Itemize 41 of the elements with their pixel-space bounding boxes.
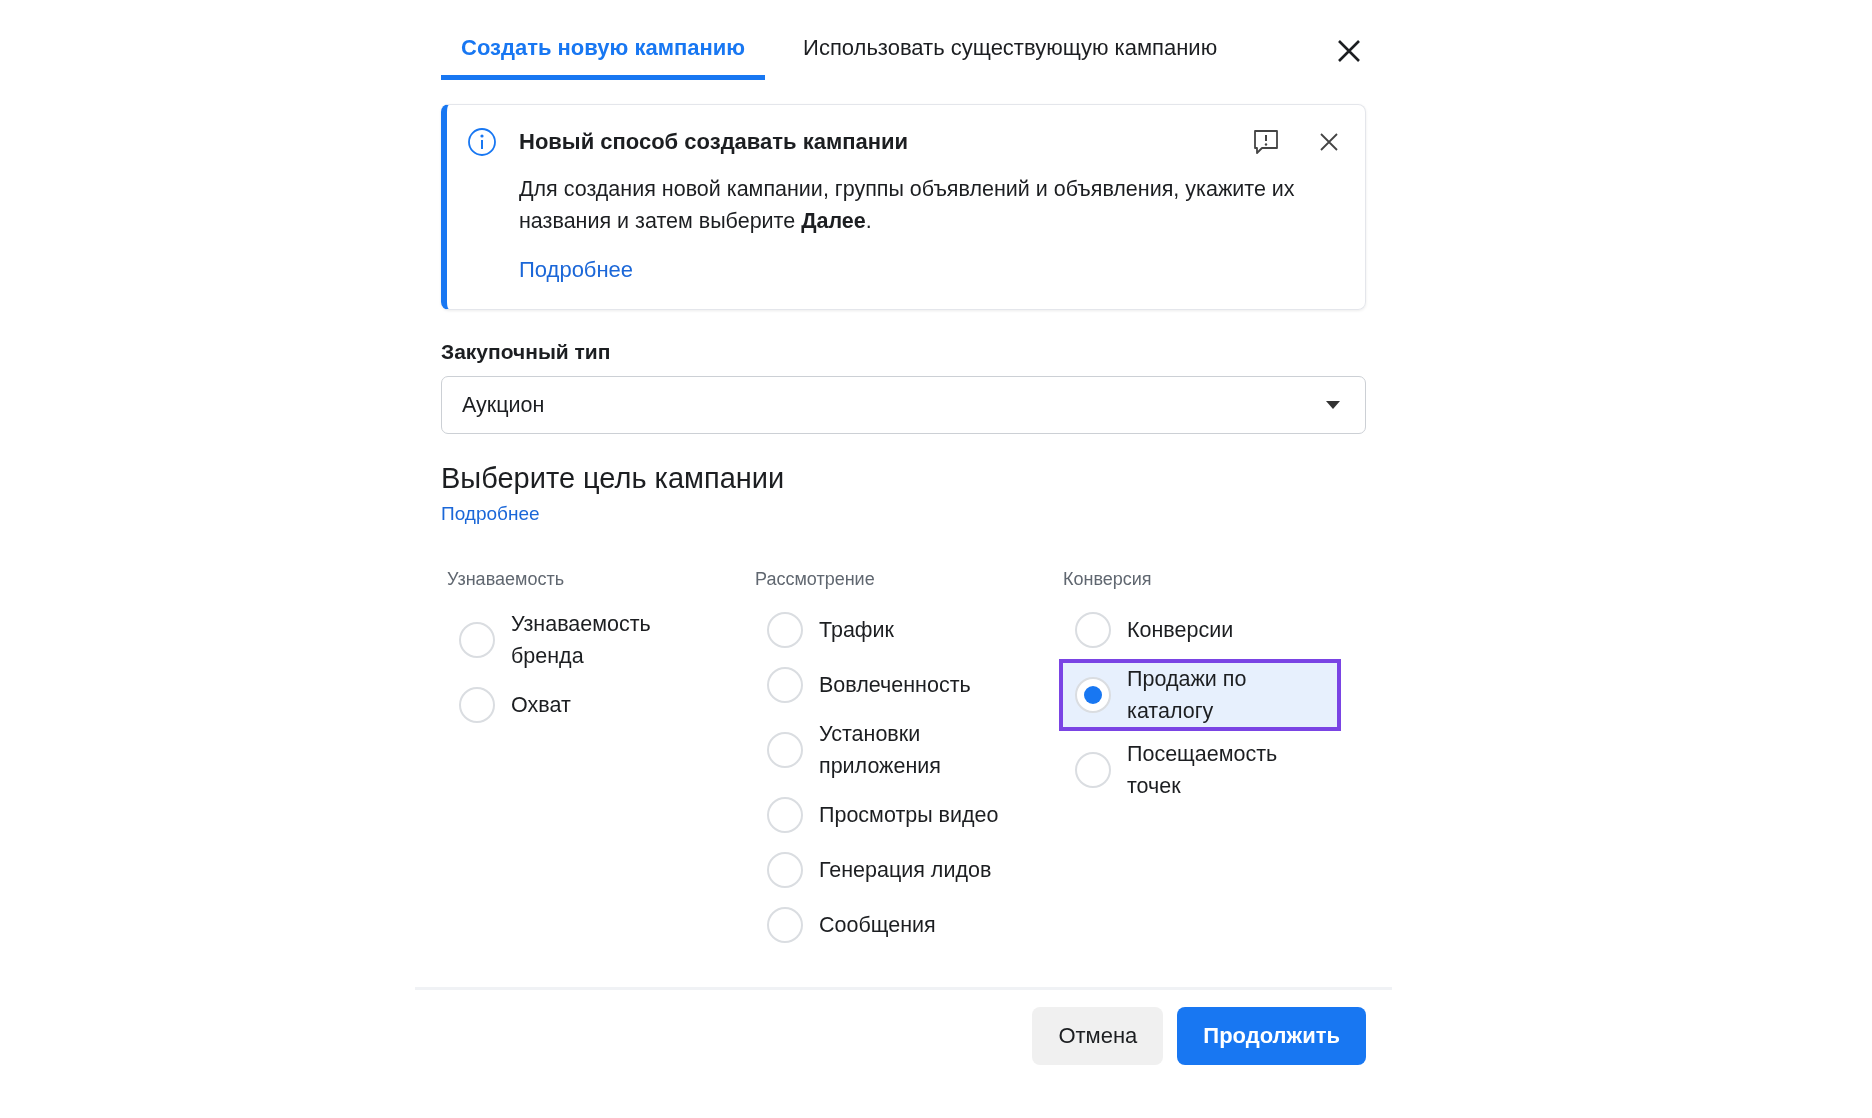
banner-text: Для создания новой кампании, группы объявлений и объявления, укажите их названия и затем выберите Далее.: [519, 176, 1296, 235]
tab[interactable]: Использовать существующую кампанию: [783, 35, 1238, 80]
objective-option[interactable]: Генерация лидов: [751, 844, 1033, 896]
radio-button[interactable]: [1075, 677, 1111, 713]
objective-option[interactable]: Посещаемость точек: [1059, 734, 1341, 806]
group-title: Рассмотрение: [755, 569, 876, 590]
radio-button[interactable]: [767, 667, 803, 703]
radio-button[interactable]: [767, 907, 803, 943]
close-icon[interactable]: [1319, 132, 1339, 152]
feedback-icon[interactable]: [1253, 129, 1279, 155]
objective-option[interactable]: Просмотры видео: [751, 789, 1033, 841]
banner-title: Новый способ создавать кампании: [519, 129, 910, 155]
radio-button[interactable]: [767, 797, 803, 833]
group-title: Узнаваемость: [447, 569, 566, 590]
radio-button[interactable]: [459, 687, 495, 723]
objective-option[interactable]: Конверсии: [1059, 604, 1341, 656]
radio-button[interactable]: [767, 732, 803, 768]
objective-option[interactable]: Установки приложения: [751, 714, 1033, 786]
tab[interactable]: Создать новую кампанию: [441, 35, 766, 80]
radio-button[interactable]: [767, 852, 803, 888]
learn-more-link[interactable]: Подробнее: [519, 257, 634, 283]
group-title: Конверсия: [1063, 569, 1153, 590]
objective-option[interactable]: Трафик: [751, 604, 1033, 656]
caret-icon: [1325, 400, 1341, 410]
objective-option[interactable]: Продажи по каталогу: [1059, 659, 1341, 731]
cancel-button[interactable]: Отмена: [1032, 1007, 1164, 1065]
objective-option[interactable]: Вовлеченность: [751, 659, 1033, 711]
close-icon[interactable]: [1336, 38, 1362, 64]
radio-button[interactable]: [1075, 752, 1111, 788]
info-icon: [467, 127, 497, 157]
field-label: Закупочный тип: [441, 340, 612, 364]
objective-option[interactable]: Охват: [443, 679, 725, 731]
objective-option[interactable]: Сообщения: [751, 899, 1033, 951]
radio-button[interactable]: [459, 622, 495, 658]
buying-type-dropdown[interactable]: Аукцион: [441, 376, 1366, 434]
radio-button[interactable]: [767, 612, 803, 648]
objective-option[interactable]: Узнаваемость бренда: [443, 604, 725, 676]
learn-more-link[interactable]: Подробнее: [441, 503, 540, 525]
continue-button[interactable]: Продолжить: [1177, 1007, 1366, 1065]
section-heading: Выберите цель кампании: [441, 462, 786, 495]
radio-button[interactable]: [1075, 612, 1111, 648]
